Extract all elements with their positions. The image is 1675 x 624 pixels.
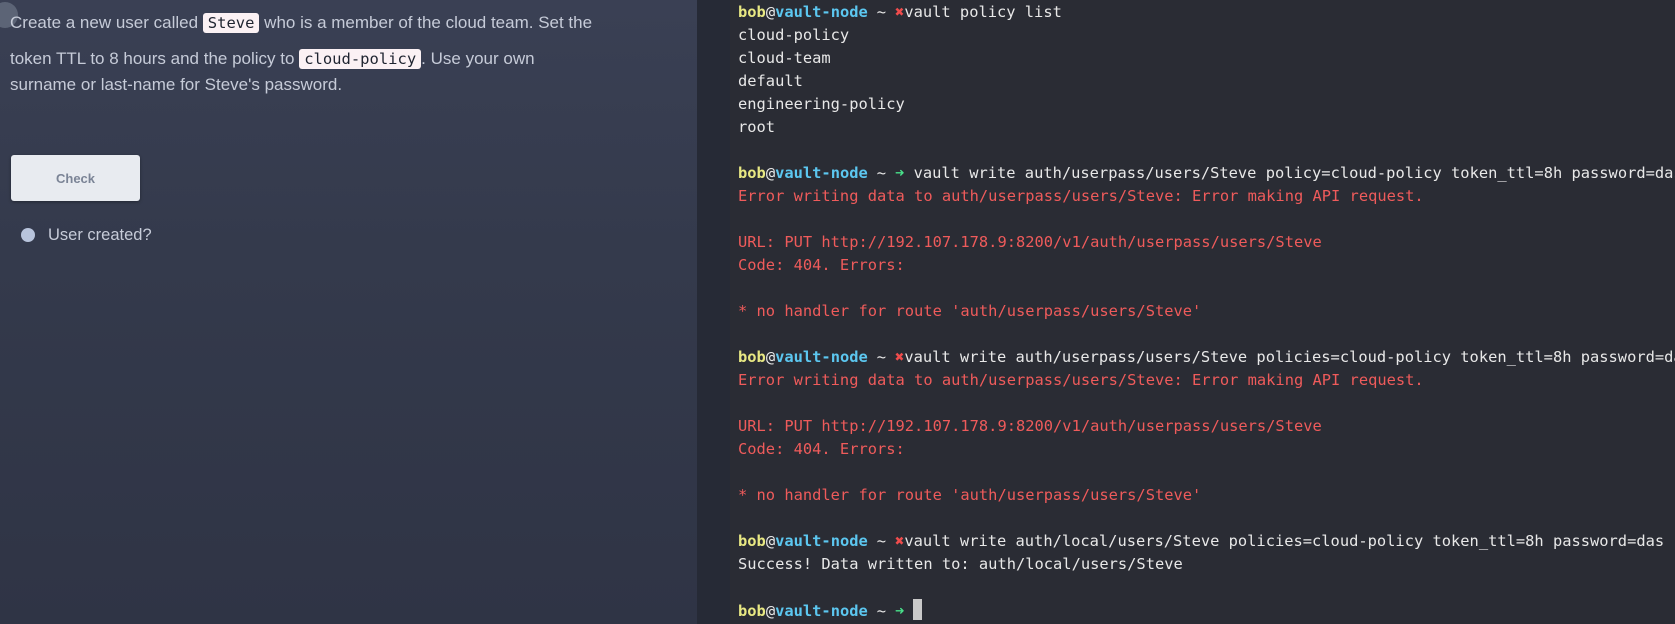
prompt-user: bob [738, 3, 766, 21]
prompt-line: bob@vault-node ~ ✖vault write auth/userpas… [738, 346, 1675, 369]
prompt-at: @ [765, 3, 776, 21]
prompt-host: vault-node [775, 602, 868, 620]
output-line: engineering-policy [738, 95, 905, 113]
task-line-2: token TTL to 8 hours and the policy to c… [10, 41, 670, 77]
task-text: Create a new user called [10, 13, 203, 32]
status-circle-icon [21, 228, 35, 242]
panel-divider[interactable] [697, 0, 730, 624]
prompt-line: bob@vault-node ~ ✖vault write auth/local/u… [738, 530, 1664, 553]
error-line: URL: PUT http://192.107.178.9:8200/v1/au… [738, 233, 1322, 251]
terminal-cursor[interactable] [913, 599, 923, 620]
prompt-dir: ~ [876, 3, 887, 21]
fail-x-icon: ✖ [895, 348, 905, 366]
prompt-user: bob [738, 164, 766, 182]
policy-code: cloud-policy [299, 49, 422, 69]
fail-x-icon: ✖ [895, 3, 905, 21]
arrow-right-icon: ➜ [895, 602, 905, 620]
output-line: root [738, 118, 776, 136]
output-line: Success! Data written to: auth/local/use… [738, 555, 1183, 573]
prompt-host: vault-node [775, 348, 868, 366]
command-text: vault write auth/userpass/users/Steve po… [904, 348, 1675, 366]
checklist-item: User created? [21, 225, 152, 245]
output-line: cloud-policy [738, 26, 850, 44]
task-line-3: surname or last-name for Steve's passwor… [10, 75, 343, 94]
error-line: URL: PUT http://192.107.178.9:8200/v1/au… [738, 417, 1322, 435]
output-line: default [738, 72, 803, 90]
command-text: vault write auth/userpass/users/Steve po… [913, 164, 1675, 182]
check-button[interactable]: Check [11, 155, 140, 201]
task-text: token TTL to 8 hours and the policy to [10, 49, 300, 68]
prompt-at: @ [765, 532, 776, 550]
prompt-user: bob [738, 602, 766, 620]
prompt-host: vault-node [775, 3, 868, 21]
error-line: Error writing data to auth/userpass/user… [738, 371, 1424, 389]
prompt-host: vault-node [775, 532, 868, 550]
error-line: * no handler for route 'auth/userpass/us… [738, 302, 1202, 320]
prompt-at: @ [765, 164, 776, 182]
prompt-dir: ~ [876, 532, 887, 550]
arrow-right-icon: ➜ [895, 164, 905, 182]
command-text: vault write auth/local/users/Steve polic… [904, 532, 1665, 550]
task-panel: Create a new user called Steve who is a … [0, 0, 697, 624]
prompt-user: bob [738, 348, 766, 366]
checklist-label: User created? [48, 225, 152, 244]
output-line: cloud-team [738, 49, 831, 67]
prompt-dir: ~ [876, 348, 887, 366]
user-code: Steve [202, 13, 260, 33]
prompt-dir: ~ [876, 602, 887, 620]
prompt-line-current[interactable]: bob@vault-node ~ ➜ [738, 599, 923, 622]
prompt-at: @ [765, 602, 776, 620]
prompt-line: bob@vault-node ~ ✖vault policy list [738, 1, 1062, 24]
error-line: Code: 404. Errors: [738, 256, 905, 274]
error-line: * no handler for route 'auth/userpass/us… [738, 486, 1202, 504]
task-description: Create a new user called Steve who is a … [10, 5, 670, 97]
fail-x-icon: ✖ [895, 532, 905, 550]
task-text: who is a member of the cloud team. Set t… [259, 13, 593, 32]
command-text: vault policy list [904, 3, 1062, 21]
task-line-1: Create a new user called Steve who is a … [10, 5, 670, 41]
task-text: . Use your own [421, 49, 535, 68]
prompt-dir: ~ [876, 164, 887, 182]
error-line: Error writing data to auth/userpass/user… [738, 187, 1424, 205]
prompt-line: bob@vault-node ~ ➜ vault write auth/userpa… [738, 162, 1675, 185]
prompt-host: vault-node [775, 164, 868, 182]
prompt-at: @ [765, 348, 776, 366]
prompt-user: bob [738, 532, 766, 550]
terminal[interactable]: bob@vault-node ~ ✖vault policy list cloud-… [730, 0, 1675, 624]
error-line: Code: 404. Errors: [738, 440, 905, 458]
